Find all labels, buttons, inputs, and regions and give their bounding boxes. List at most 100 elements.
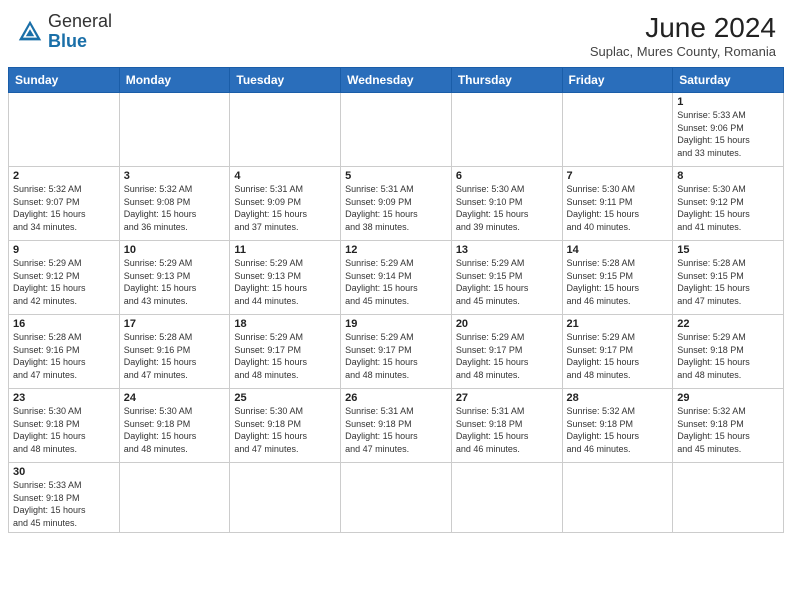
- day-number: 11: [234, 244, 336, 256]
- calendar: Sunday Monday Tuesday Wednesday Thursday…: [8, 67, 784, 533]
- day-cell: 23Sunrise: 5:30 AM Sunset: 9:18 PM Dayli…: [9, 389, 120, 463]
- day-cell: 6Sunrise: 5:30 AM Sunset: 9:10 PM Daylig…: [451, 167, 562, 241]
- day-cell: 21Sunrise: 5:29 AM Sunset: 9:17 PM Dayli…: [562, 315, 673, 389]
- day-info: Sunrise: 5:28 AM Sunset: 9:16 PM Dayligh…: [124, 331, 226, 381]
- day-number: 8: [677, 170, 779, 182]
- day-number: 28: [567, 392, 669, 404]
- page: General Blue June 2024 Suplac, Mures Cou…: [0, 0, 792, 612]
- day-number: 15: [677, 244, 779, 256]
- day-info: Sunrise: 5:29 AM Sunset: 9:17 PM Dayligh…: [456, 331, 558, 381]
- day-number: 20: [456, 318, 558, 330]
- header-monday: Monday: [119, 68, 230, 93]
- header-thursday: Thursday: [451, 68, 562, 93]
- calendar-body: 1Sunrise: 5:33 AM Sunset: 9:06 PM Daylig…: [9, 93, 784, 533]
- day-info: Sunrise: 5:30 AM Sunset: 9:18 PM Dayligh…: [234, 405, 336, 455]
- day-info: Sunrise: 5:29 AM Sunset: 9:15 PM Dayligh…: [456, 257, 558, 307]
- day-info: Sunrise: 5:29 AM Sunset: 9:17 PM Dayligh…: [234, 331, 336, 381]
- day-number: 21: [567, 318, 669, 330]
- day-number: 27: [456, 392, 558, 404]
- day-info: Sunrise: 5:29 AM Sunset: 9:13 PM Dayligh…: [124, 257, 226, 307]
- month-year: June 2024: [590, 12, 776, 44]
- day-cell: 17Sunrise: 5:28 AM Sunset: 9:16 PM Dayli…: [119, 315, 230, 389]
- day-number: 14: [567, 244, 669, 256]
- day-cell: 5Sunrise: 5:31 AM Sunset: 9:09 PM Daylig…: [341, 167, 452, 241]
- day-info: Sunrise: 5:30 AM Sunset: 9:18 PM Dayligh…: [13, 405, 115, 455]
- day-cell: 20Sunrise: 5:29 AM Sunset: 9:17 PM Dayli…: [451, 315, 562, 389]
- day-number: 3: [124, 170, 226, 182]
- day-info: Sunrise: 5:29 AM Sunset: 9:17 PM Dayligh…: [567, 331, 669, 381]
- day-info: Sunrise: 5:31 AM Sunset: 9:09 PM Dayligh…: [234, 183, 336, 233]
- day-cell: 19Sunrise: 5:29 AM Sunset: 9:17 PM Dayli…: [341, 315, 452, 389]
- day-cell: 15Sunrise: 5:28 AM Sunset: 9:15 PM Dayli…: [673, 241, 784, 315]
- day-cell: 27Sunrise: 5:31 AM Sunset: 9:18 PM Dayli…: [451, 389, 562, 463]
- day-cell: 4Sunrise: 5:31 AM Sunset: 9:09 PM Daylig…: [230, 167, 341, 241]
- header-sunday: Sunday: [9, 68, 120, 93]
- day-info: Sunrise: 5:29 AM Sunset: 9:14 PM Dayligh…: [345, 257, 447, 307]
- day-number: 19: [345, 318, 447, 330]
- day-info: Sunrise: 5:30 AM Sunset: 9:12 PM Dayligh…: [677, 183, 779, 233]
- day-number: 12: [345, 244, 447, 256]
- day-cell: [9, 93, 120, 167]
- day-cell: 9Sunrise: 5:29 AM Sunset: 9:12 PM Daylig…: [9, 241, 120, 315]
- day-cell: [451, 463, 562, 533]
- logo: General Blue: [16, 12, 112, 52]
- week-row-3: 16Sunrise: 5:28 AM Sunset: 9:16 PM Dayli…: [9, 315, 784, 389]
- day-number: 18: [234, 318, 336, 330]
- day-cell: 1Sunrise: 5:33 AM Sunset: 9:06 PM Daylig…: [673, 93, 784, 167]
- day-number: 7: [567, 170, 669, 182]
- header-tuesday: Tuesday: [230, 68, 341, 93]
- day-number: 26: [345, 392, 447, 404]
- day-cell: 28Sunrise: 5:32 AM Sunset: 9:18 PM Dayli…: [562, 389, 673, 463]
- day-number: 4: [234, 170, 336, 182]
- day-info: Sunrise: 5:29 AM Sunset: 9:18 PM Dayligh…: [677, 331, 779, 381]
- day-number: 25: [234, 392, 336, 404]
- day-number: 29: [677, 392, 779, 404]
- header-friday: Friday: [562, 68, 673, 93]
- header: General Blue June 2024 Suplac, Mures Cou…: [0, 0, 792, 67]
- day-cell: [341, 463, 452, 533]
- weekday-row: Sunday Monday Tuesday Wednesday Thursday…: [9, 68, 784, 93]
- day-info: Sunrise: 5:33 AM Sunset: 9:06 PM Dayligh…: [677, 109, 779, 159]
- day-number: 24: [124, 392, 226, 404]
- location: Suplac, Mures County, Romania: [590, 44, 776, 59]
- day-cell: [673, 463, 784, 533]
- day-cell: 2Sunrise: 5:32 AM Sunset: 9:07 PM Daylig…: [9, 167, 120, 241]
- day-cell: 13Sunrise: 5:29 AM Sunset: 9:15 PM Dayli…: [451, 241, 562, 315]
- week-row-2: 9Sunrise: 5:29 AM Sunset: 9:12 PM Daylig…: [9, 241, 784, 315]
- day-info: Sunrise: 5:30 AM Sunset: 9:10 PM Dayligh…: [456, 183, 558, 233]
- day-cell: [562, 463, 673, 533]
- day-info: Sunrise: 5:32 AM Sunset: 9:18 PM Dayligh…: [677, 405, 779, 455]
- day-cell: 25Sunrise: 5:30 AM Sunset: 9:18 PM Dayli…: [230, 389, 341, 463]
- day-info: Sunrise: 5:28 AM Sunset: 9:15 PM Dayligh…: [677, 257, 779, 307]
- day-cell: 8Sunrise: 5:30 AM Sunset: 9:12 PM Daylig…: [673, 167, 784, 241]
- logo-text: General Blue: [48, 12, 112, 52]
- day-number: 22: [677, 318, 779, 330]
- day-info: Sunrise: 5:28 AM Sunset: 9:16 PM Dayligh…: [13, 331, 115, 381]
- day-cell: 29Sunrise: 5:32 AM Sunset: 9:18 PM Dayli…: [673, 389, 784, 463]
- day-number: 6: [456, 170, 558, 182]
- day-cell: [341, 93, 452, 167]
- day-cell: 26Sunrise: 5:31 AM Sunset: 9:18 PM Dayli…: [341, 389, 452, 463]
- day-info: Sunrise: 5:32 AM Sunset: 9:18 PM Dayligh…: [567, 405, 669, 455]
- day-number: 13: [456, 244, 558, 256]
- day-cell: 12Sunrise: 5:29 AM Sunset: 9:14 PM Dayli…: [341, 241, 452, 315]
- day-info: Sunrise: 5:31 AM Sunset: 9:09 PM Dayligh…: [345, 183, 447, 233]
- day-info: Sunrise: 5:31 AM Sunset: 9:18 PM Dayligh…: [456, 405, 558, 455]
- day-number: 5: [345, 170, 447, 182]
- day-info: Sunrise: 5:29 AM Sunset: 9:12 PM Dayligh…: [13, 257, 115, 307]
- day-number: 17: [124, 318, 226, 330]
- day-info: Sunrise: 5:30 AM Sunset: 9:18 PM Dayligh…: [124, 405, 226, 455]
- week-row-5: 30Sunrise: 5:33 AM Sunset: 9:18 PM Dayli…: [9, 463, 784, 533]
- calendar-header: Sunday Monday Tuesday Wednesday Thursday…: [9, 68, 784, 93]
- day-cell: 3Sunrise: 5:32 AM Sunset: 9:08 PM Daylig…: [119, 167, 230, 241]
- day-cell: [230, 93, 341, 167]
- week-row-1: 2Sunrise: 5:32 AM Sunset: 9:07 PM Daylig…: [9, 167, 784, 241]
- day-info: Sunrise: 5:29 AM Sunset: 9:13 PM Dayligh…: [234, 257, 336, 307]
- day-cell: 16Sunrise: 5:28 AM Sunset: 9:16 PM Dayli…: [9, 315, 120, 389]
- day-cell: 30Sunrise: 5:33 AM Sunset: 9:18 PM Dayli…: [9, 463, 120, 533]
- day-cell: 22Sunrise: 5:29 AM Sunset: 9:18 PM Dayli…: [673, 315, 784, 389]
- day-cell: 11Sunrise: 5:29 AM Sunset: 9:13 PM Dayli…: [230, 241, 341, 315]
- day-cell: [119, 463, 230, 533]
- day-cell: [230, 463, 341, 533]
- day-info: Sunrise: 5:32 AM Sunset: 9:07 PM Dayligh…: [13, 183, 115, 233]
